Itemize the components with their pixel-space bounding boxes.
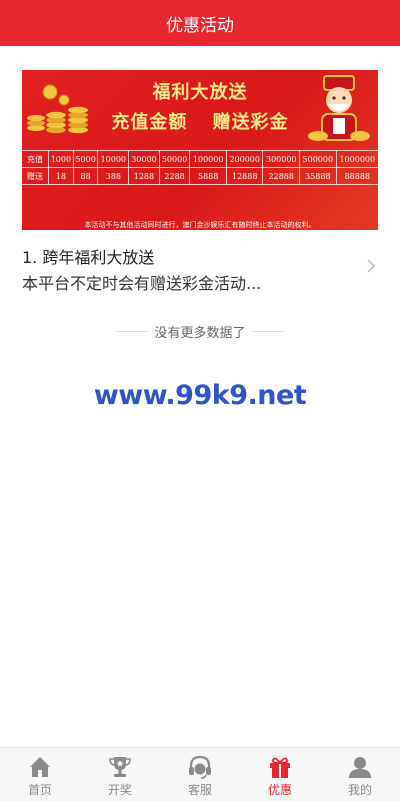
table-cell: 22888 bbox=[262, 167, 301, 185]
table-cell: 18 bbox=[48, 167, 74, 185]
row-label: 充值 bbox=[22, 150, 49, 168]
banner-notice: 本活动不与其他活动同时进行，澳门金沙娱乐汇有随时终止本活动的权利。 bbox=[84, 221, 316, 229]
table-cell: 1000 bbox=[48, 150, 74, 168]
table-cell: 10000 bbox=[97, 150, 130, 168]
tab-label: 首页 bbox=[27, 783, 52, 797]
tab-label: 客服 bbox=[187, 783, 212, 797]
tab-label: 优惠 bbox=[267, 783, 292, 797]
watermark: www.99k9.net bbox=[93, 380, 307, 411]
promo-banner[interactable]: 福利大放送 充值金额 赠送彩金 充值 1000 5000 10000 30000… bbox=[22, 70, 378, 230]
row-label: 赠送 bbox=[22, 167, 49, 185]
tab-lottery-results[interactable]: 开奖 bbox=[80, 748, 160, 801]
table-cell: 388 bbox=[97, 167, 130, 185]
promo-description: 本平台不定时会有赠送彩金活动... bbox=[22, 274, 262, 293]
table-cell: 1000000 bbox=[336, 150, 378, 168]
table-cell: 200000 bbox=[226, 150, 264, 168]
table-cell: 500000 bbox=[299, 150, 337, 168]
table-cell: 5000 bbox=[73, 150, 99, 168]
bonus-table: 充值 1000 5000 10000 30000 50000 100000 20… bbox=[22, 150, 378, 185]
user-icon bbox=[349, 757, 371, 778]
table-cell: 30000 bbox=[128, 150, 160, 168]
tab-label: 开奖 bbox=[107, 783, 132, 797]
divider-left bbox=[117, 330, 148, 332]
app-header: 优惠活动 bbox=[0, 0, 400, 46]
table-cell: 88 bbox=[73, 167, 99, 185]
table-cell: 35888 bbox=[299, 167, 337, 185]
tab-profile[interactable]: 我的 bbox=[320, 748, 400, 801]
gift-icon bbox=[270, 757, 290, 778]
bonus-row: 赠送 18 88 388 1288 2288 5888 12888 22888 … bbox=[22, 167, 378, 185]
tab-promotions[interactable]: 优惠 bbox=[240, 748, 320, 801]
page-title: 优惠活动 bbox=[166, 15, 234, 36]
banner-subtitle: 充值金额 赠送彩金 bbox=[22, 108, 378, 134]
tab-home[interactable]: 首页 bbox=[0, 748, 80, 801]
table-cell: 2288 bbox=[159, 167, 191, 185]
chevron-right-icon bbox=[367, 259, 376, 273]
table-cell: 50000 bbox=[159, 150, 191, 168]
promo-list-item[interactable]: 1. 跨年福利大放送 本平台不定时会有赠送彩金活动... bbox=[22, 242, 378, 296]
table-cell: 12888 bbox=[226, 167, 264, 185]
list-end-text: 没有更多数据了 bbox=[154, 325, 246, 341]
tab-customer-service[interactable]: 客服 bbox=[160, 748, 240, 801]
tab-label: 我的 bbox=[347, 783, 372, 797]
table-cell: 1288 bbox=[128, 167, 160, 185]
trophy-icon bbox=[109, 757, 131, 777]
home-icon bbox=[30, 757, 50, 777]
table-cell: 100000 bbox=[189, 150, 227, 168]
table-cell: 88888 bbox=[336, 167, 378, 185]
promo-title: 1. 跨年福利大放送 bbox=[22, 248, 155, 267]
banner-subtitle-left: 充值金额 bbox=[111, 112, 188, 133]
banner-title: 福利大放送 bbox=[152, 82, 248, 103]
divider-right bbox=[252, 330, 283, 332]
bottom-tab-bar: 首页 开奖 客服 优惠 我的 bbox=[0, 747, 400, 801]
headset-icon bbox=[189, 755, 211, 779]
table-cell: 300000 bbox=[262, 150, 301, 168]
table-cell: 5888 bbox=[189, 167, 227, 185]
banner-subtitle-right: 赠送彩金 bbox=[212, 112, 289, 133]
list-end-indicator: 没有更多数据了 bbox=[0, 321, 400, 341]
recharge-row: 充值 1000 5000 10000 30000 50000 100000 20… bbox=[22, 150, 378, 168]
